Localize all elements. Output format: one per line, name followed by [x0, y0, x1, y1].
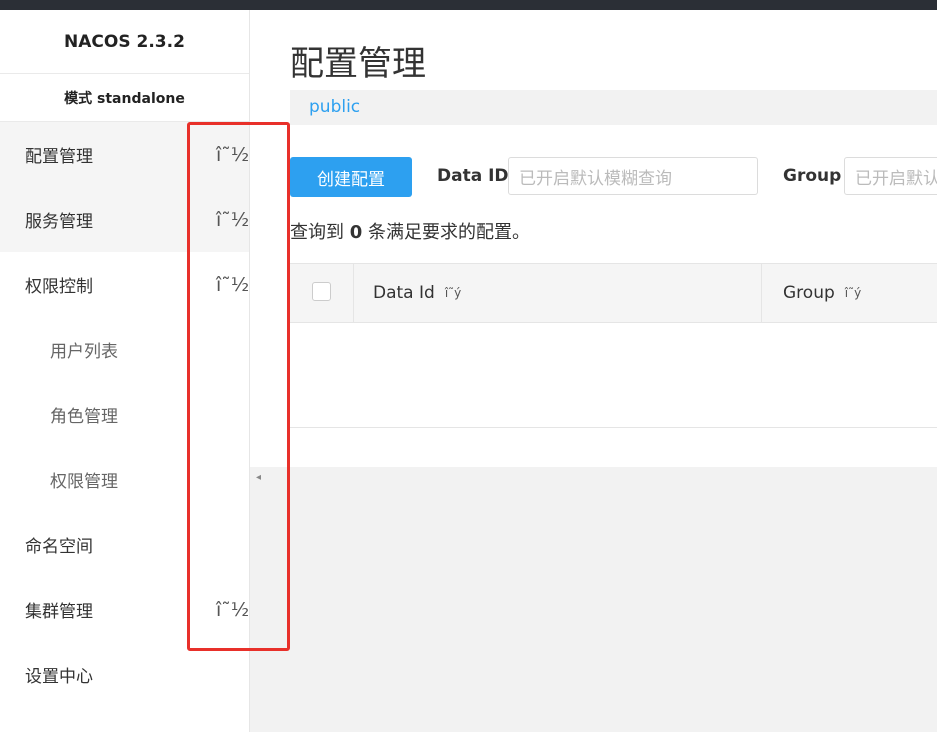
sidebar-item-label: 权限管理	[50, 472, 118, 492]
column-header-data-id[interactable]: Data Id î˜ý	[353, 264, 762, 322]
data-id-input[interactable]: 已开启默认模糊查询	[508, 157, 758, 195]
sidebar-item-label: 角色管理	[50, 407, 118, 427]
create-config-button[interactable]: 创建配置	[290, 157, 412, 197]
sidebar-item-label: 用户列表	[50, 342, 118, 362]
sidebar-item-label: 配置管理	[25, 147, 93, 167]
column-label: Data Id	[373, 283, 435, 303]
group-placeholder: 已开启默认模糊查询	[855, 168, 937, 189]
data-id-label: Data ID	[437, 166, 509, 186]
sidebar-item-label: 服务管理	[25, 212, 93, 232]
sidebar-item-settings-center[interactable]: 设置中心	[0, 642, 249, 707]
sidebar-item-label: 命名空间	[25, 537, 93, 557]
page-title: 配置管理	[290, 44, 426, 84]
sidebar-item-label: 集群管理	[25, 602, 93, 622]
data-id-placeholder: 已开启默认模糊查询	[519, 168, 672, 189]
select-all-checkbox[interactable]	[312, 282, 331, 301]
result-prefix: 查询到	[290, 222, 344, 243]
result-suffix: 条满足要求的配置。	[368, 222, 530, 243]
table-body-empty	[290, 323, 937, 428]
result-summary: 查询到 0 条满足要求的配置。	[290, 218, 530, 244]
namespace-bar: public	[290, 90, 937, 125]
select-all-cell	[290, 264, 354, 322]
result-count: 0	[349, 222, 363, 243]
sidebar-item-label: 设置中心	[25, 667, 93, 687]
brand-title: NACOS 2.3.2	[0, 10, 249, 74]
table-header: Data Id î˜ý Group î˜ý	[290, 263, 937, 323]
column-label: Group	[783, 283, 835, 303]
column-header-group[interactable]: Group î˜ý	[762, 264, 937, 322]
top-bar	[0, 0, 937, 10]
mode-label: 模式 standalone	[0, 74, 249, 122]
group-input[interactable]: 已开启默认模糊查询	[844, 157, 937, 195]
sidebar-item-label: 权限控制	[25, 277, 93, 297]
red-highlight-box	[187, 122, 290, 651]
main-content: 配置管理 public 创建配置 Data ID 已开启默认模糊查询 Group…	[250, 10, 937, 467]
sort-icon[interactable]: î˜ý	[445, 287, 461, 299]
group-label: Group	[783, 166, 842, 186]
config-table: Data Id î˜ý Group î˜ý	[290, 263, 937, 428]
namespace-tab-public[interactable]: public	[309, 97, 360, 117]
sort-icon[interactable]: î˜ý	[845, 287, 861, 299]
